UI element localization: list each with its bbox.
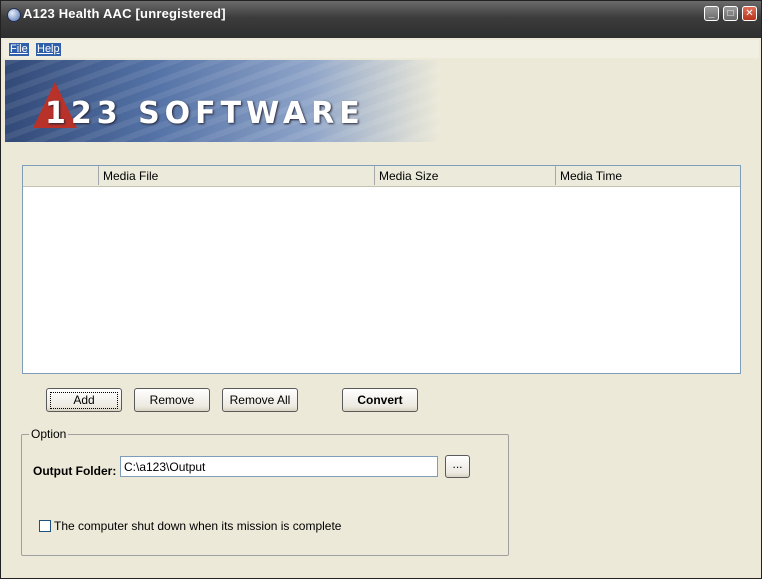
banner-logo: 123 SOFTWARE [5,60,440,142]
shutdown-checkbox-label[interactable]: The computer shut down when its mission … [54,519,341,533]
close-button[interactable]: ✕ [742,6,757,21]
window-title: A123 Health AAC [unregistered] [23,6,226,21]
menu-help[interactable]: Help [36,43,61,56]
output-folder-input[interactable] [120,456,438,477]
media-file-list[interactable]: Media File Media Size Media Time [22,165,741,374]
option-group-label: Option [29,427,69,441]
maximize-button[interactable]: □ [723,6,738,21]
menu-bar: File Help [3,40,759,58]
app-window: A123 Health AAC [unregistered] _ □ ✕ Fil… [0,0,762,579]
logo-text: 123 SOFTWARE [45,96,365,131]
add-button-label: Add [50,391,118,409]
output-folder-label: Output Folder: [33,464,117,478]
column-header-index[interactable] [23,166,99,185]
menu-file[interactable]: File [9,43,29,56]
column-header-media-time[interactable]: Media Time [556,166,740,185]
remove-button[interactable]: Remove [134,388,210,412]
browse-folder-button[interactable]: ... [445,455,470,478]
convert-button[interactable]: Convert [342,388,418,412]
list-header: Media File Media Size Media Time [23,166,740,187]
shutdown-checkbox[interactable] [39,520,51,532]
minimize-button[interactable]: _ [704,6,719,21]
add-button[interactable]: Add [46,388,122,412]
column-header-media-size[interactable]: Media Size [375,166,556,185]
option-group: Option Output Folder: ... The computer s… [21,427,509,556]
column-header-media-file[interactable]: Media File [99,166,375,185]
app-icon[interactable] [7,8,21,22]
title-bar[interactable]: A123 Health AAC [unregistered] _ □ ✕ [1,1,761,38]
remove-all-button[interactable]: Remove All [222,388,298,412]
